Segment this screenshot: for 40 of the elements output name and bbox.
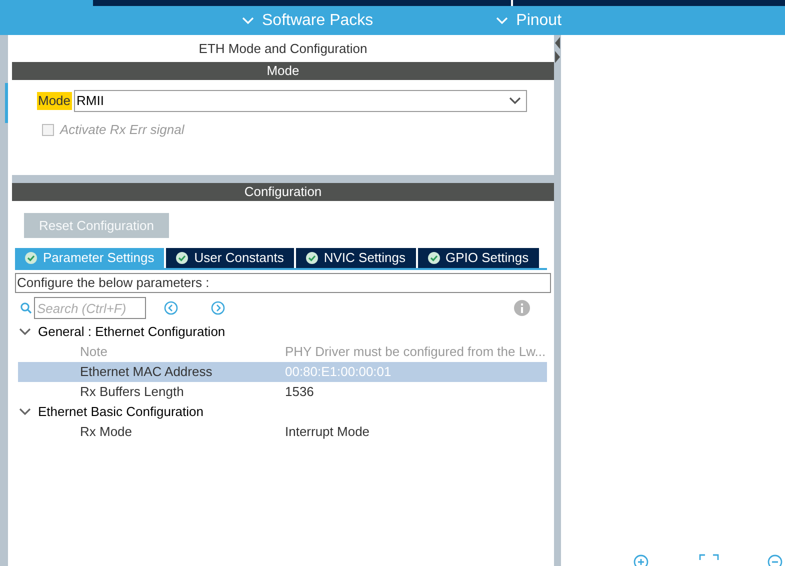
parameter-value: 1536 [284,383,314,402]
parameter-name: Rx Mode [80,423,134,442]
parameter-value: PHY Driver must be configured from the Lw... [284,343,546,362]
parameter-row[interactable]: Rx Buffers Length 1536 [18,382,547,402]
chevron-down-icon [508,97,521,105]
chevron-icon [18,328,31,336]
section-header: Configuration [12,183,554,201]
search-icon [20,302,32,314]
previous-icon[interactable] [164,301,178,315]
collapse-arrows-icon[interactable] [554,37,561,65]
parameter-name: Note [80,343,108,362]
check-circle-icon [428,252,440,264]
field-label: Mode [36,92,72,110]
info-icon[interactable] [514,300,530,316]
check-circle-icon [176,252,188,264]
check-circle-icon [24,252,37,264]
settings-tab[interactable]: NVIC Settings [296,248,416,268]
parameter-value: 00:80:E1:00:00:01 [284,363,392,382]
check-circle-icon [306,252,318,264]
hint-text: Configure the below parameters : [14,273,551,293]
search-field[interactable]: Search (Ctrl+F) [34,297,146,319]
checkbox-label: Activate Rx Err signal [60,121,184,139]
mode-dropdown[interactable]: RMII [74,90,527,112]
chevron-down-icon [242,16,254,24]
panel-title: ETH Mode and Configuration [198,40,368,58]
expand-toggle[interactable] [18,328,32,336]
parameter-name: Rx Buffers Length [80,383,185,402]
group-label: Ethernet Basic Configuration [38,403,204,422]
section-header: Mode [12,62,554,80]
parameter-value: Interrupt Mode [284,423,370,442]
expand-toggle[interactable] [18,408,32,416]
settings-tab[interactable]: User Constants [166,248,294,268]
chevron-icon [18,408,31,416]
parameter-row[interactable]: Ethernet MAC Address 00:80:E1:00:00:01 [18,362,547,382]
parameter-row[interactable]: Rx Mode Interrupt Mode [18,422,547,442]
settings-tab[interactable]: GPIO Settings [418,248,539,268]
chevron-down-icon [496,16,508,24]
group-label: General : Ethernet Configuration [38,323,226,342]
next-icon[interactable] [210,301,225,315]
parameter-name: Ethernet MAC Address [80,363,214,382]
